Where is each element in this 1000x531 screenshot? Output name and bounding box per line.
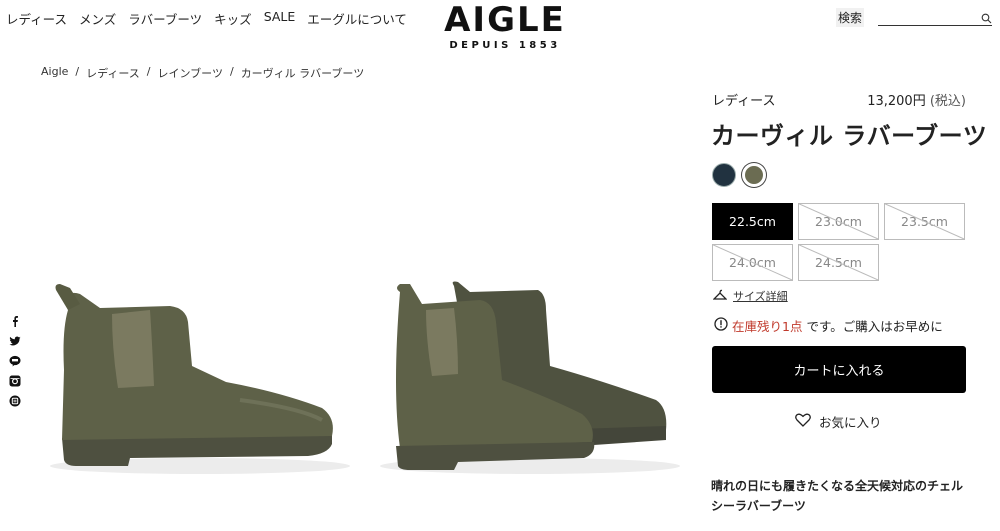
size-guide-label: サイズ詳細: [733, 290, 788, 303]
product-image-pair[interactable]: [370, 270, 690, 480]
top-nav: レディース メンズ ラバーブーツ キッズ SALE エーグルについて: [6, 9, 407, 28]
color-swatch-khaki[interactable]: [742, 163, 766, 187]
breadcrumb-rain-boots[interactable]: レインブーツ: [158, 65, 223, 81]
alert-icon: [714, 317, 728, 334]
size-option-22-5[interactable]: 22.5cm: [712, 203, 793, 240]
stock-remaining: 在庫残り1点: [732, 319, 803, 334]
favorite-button[interactable]: お気に入り: [795, 412, 882, 431]
nav-mens[interactable]: メンズ: [79, 9, 116, 28]
breadcrumb-separator: /: [75, 65, 80, 78]
social-share: [9, 312, 21, 407]
facebook-icon[interactable]: [9, 312, 21, 327]
color-swatches: [712, 163, 766, 187]
size-option-23-0[interactable]: 23.0cm: [798, 203, 879, 240]
breadcrumb: Aigle / レディース / レインブーツ / カーヴィル ラバーブーツ: [41, 65, 364, 81]
brand-logo[interactable]: AIGLE DEPUIS 1853: [430, 2, 580, 51]
instagram-icon[interactable]: [9, 372, 21, 387]
breadcrumb-ladies[interactable]: レディース: [86, 65, 140, 81]
heart-icon: [795, 413, 811, 430]
stock-notice: 在庫残り1点 です。ご購入はお早めに: [714, 316, 943, 335]
logo-wordmark: AIGLE: [444, 0, 566, 40]
search-label: 検索: [836, 8, 865, 27]
nav-sale[interactable]: SALE: [264, 9, 296, 28]
search-bar: 検索: [836, 8, 993, 28]
size-option-24-5[interactable]: 24.5cm: [798, 244, 879, 281]
nav-rubber-boots[interactable]: ラバーブーツ: [128, 9, 202, 28]
stock-message: です。ご購入はお早めに: [806, 319, 943, 334]
product-price: 13,200円 (税込): [867, 90, 966, 109]
logo-tagline: DEPUIS 1853: [449, 40, 561, 51]
search-icon[interactable]: [981, 9, 992, 28]
nav-kids[interactable]: キッズ: [214, 9, 252, 28]
price-tax-note: (税込): [929, 94, 966, 109]
product-title: カーヴィル ラバーブーツ: [711, 122, 988, 150]
size-option-24-0[interactable]: 24.0cm: [712, 244, 793, 281]
add-to-cart-button[interactable]: カートに入れる: [712, 346, 966, 393]
product-image-side[interactable]: [40, 270, 360, 480]
search-input[interactable]: [878, 9, 993, 26]
hanger-icon: [712, 289, 728, 304]
price-value: 13,200円: [867, 94, 926, 109]
nav-ladies[interactable]: レディース: [6, 9, 67, 28]
twitter-icon[interactable]: [9, 332, 21, 346]
color-swatch-navy[interactable]: [712, 163, 736, 187]
favorite-label: お気に入り: [819, 415, 882, 430]
size-guide-link[interactable]: サイズ詳細: [712, 288, 788, 304]
share-icon[interactable]: [9, 392, 21, 407]
breadcrumb-current: カーヴィル ラバーブーツ: [240, 67, 365, 80]
breadcrumb-separator: /: [146, 65, 151, 78]
nav-about[interactable]: エーグルについて: [307, 9, 407, 28]
breadcrumb-home[interactable]: Aigle: [41, 65, 68, 81]
size-option-23-5[interactable]: 23.5cm: [884, 203, 965, 240]
size-selector: 22.5cm 23.0cm 23.5cm 24.0cm 24.5cm: [712, 203, 972, 281]
product-category: レディース: [712, 94, 776, 109]
breadcrumb-separator: /: [229, 65, 234, 78]
product-description: 晴れの日にも履きたくなる全天候対応のチェルシーラバーブーツ: [711, 479, 964, 513]
line-icon[interactable]: [9, 352, 21, 367]
